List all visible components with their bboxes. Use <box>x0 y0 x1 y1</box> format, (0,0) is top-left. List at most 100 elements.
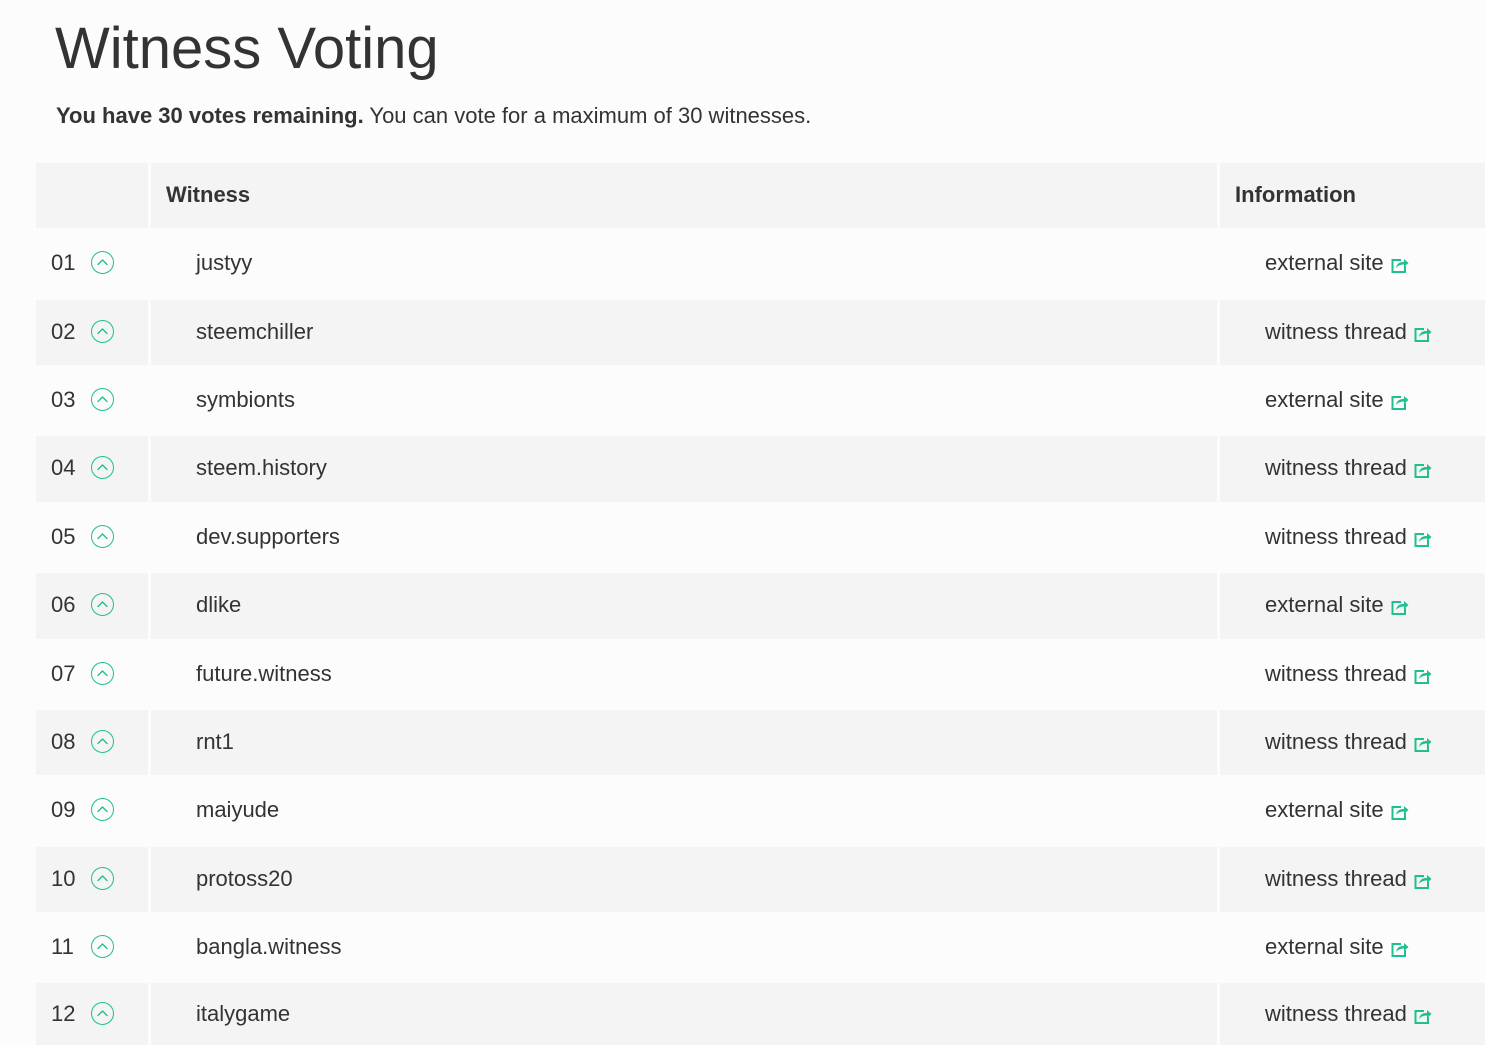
information-link[interactable]: external site <box>1265 249 1410 277</box>
upvote-button[interactable] <box>91 456 114 479</box>
witness-voting-page: Witness Voting You have 30 votes remaini… <box>0 0 1485 1045</box>
information-link[interactable]: external site <box>1265 796 1410 824</box>
witness-name[interactable]: italygame <box>196 1000 290 1028</box>
external-link-icon <box>1391 943 1409 958</box>
external-link-icon <box>1414 738 1432 753</box>
witness-cell: dlike <box>148 573 1220 639</box>
rank-number: 07 <box>51 661 76 686</box>
information-link[interactable]: witness thread <box>1265 318 1433 346</box>
rank-number: 09 <box>51 797 76 822</box>
information-link[interactable]: witness thread <box>1265 454 1433 482</box>
witness-name[interactable]: rnt1 <box>196 728 234 756</box>
rank-cell: 10 <box>36 847 148 912</box>
information-link-label: external site <box>1265 592 1384 617</box>
witness-name[interactable]: steemchiller <box>196 318 313 346</box>
information-link[interactable]: external site <box>1265 933 1410 961</box>
votes-remaining-text: You have 30 votes remaining. You can vot… <box>56 102 811 130</box>
information-link[interactable]: witness thread <box>1265 523 1433 551</box>
information-link[interactable]: witness thread <box>1265 865 1433 893</box>
information-link-label: witness thread <box>1265 661 1407 686</box>
chevron-up-circle-icon <box>97 1010 108 1017</box>
upvote-button[interactable] <box>91 593 114 616</box>
rank-number: 03 <box>51 387 76 412</box>
rank-cell: 06 <box>36 573 148 639</box>
witness-name[interactable]: symbionts <box>196 386 295 414</box>
witness-cell: justyy <box>148 228 1220 300</box>
rank-number: 04 <box>51 455 76 480</box>
chevron-up-circle-icon <box>97 601 108 608</box>
upvote-button[interactable] <box>91 388 114 411</box>
rank-number: 10 <box>51 866 76 891</box>
information-link[interactable]: witness thread <box>1265 660 1433 688</box>
witness-name[interactable]: steem.history <box>196 454 327 482</box>
upvote-button[interactable] <box>91 662 114 685</box>
information-cell: witness thread <box>1220 710 1485 775</box>
chevron-up-circle-icon <box>97 670 108 677</box>
information-link[interactable]: witness thread <box>1265 728 1433 756</box>
chevron-up-circle-icon <box>97 875 108 882</box>
votes-maximum-text: You can vote for a maximum of 30 witness… <box>363 103 812 128</box>
rank-cell: 09 <box>36 775 148 847</box>
rank-number: 06 <box>51 592 76 617</box>
information-link[interactable]: external site <box>1265 591 1410 619</box>
information-cell: witness thread <box>1220 639 1485 710</box>
upvote-button[interactable] <box>91 935 114 958</box>
external-link-icon <box>1414 875 1432 890</box>
witness-cell: future.witness <box>148 639 1220 710</box>
information-link-label: witness thread <box>1265 729 1407 754</box>
witness-name[interactable]: maiyude <box>196 796 279 824</box>
upvote-button[interactable] <box>91 867 114 890</box>
table-row: 07 future.witness witness thread <box>36 639 1485 710</box>
rank-cell: 02 <box>36 300 148 365</box>
rank-cell: 08 <box>36 710 148 775</box>
upvote-button[interactable] <box>91 251 114 274</box>
external-link-icon <box>1414 1010 1432 1025</box>
rank-cell: 11 <box>36 912 148 983</box>
upvote-button[interactable] <box>91 798 114 821</box>
rank-number: 12 <box>51 1001 76 1026</box>
witness-name[interactable]: protoss20 <box>196 865 293 893</box>
witness-name[interactable]: dev.supporters <box>196 523 340 551</box>
witness-name[interactable]: future.witness <box>196 660 332 688</box>
table-row: 11 bangla.witness external site <box>36 912 1485 983</box>
upvote-button[interactable] <box>91 730 114 753</box>
table-header-row: Witness Information <box>36 163 1485 228</box>
header-rank <box>36 163 148 228</box>
information-cell: external site <box>1220 775 1485 847</box>
upvote-button[interactable] <box>91 525 114 548</box>
rank-cell: 03 <box>36 365 148 436</box>
witness-cell: dev.supporters <box>148 502 1220 573</box>
table-row: 04 steem.history witness thread <box>36 436 1485 502</box>
information-cell: witness thread <box>1220 983 1485 1045</box>
table-row: 05 dev.supporters witness thread <box>36 502 1485 573</box>
information-cell: external site <box>1220 573 1485 639</box>
external-link-icon <box>1391 601 1409 616</box>
information-cell: witness thread <box>1220 300 1485 365</box>
chevron-up-circle-icon <box>97 533 108 540</box>
information-link[interactable]: witness thread <box>1265 1000 1433 1028</box>
table-row: 01 justyy external site <box>36 228 1485 300</box>
information-link[interactable]: external site <box>1265 386 1410 414</box>
witness-cell: rnt1 <box>148 710 1220 775</box>
information-cell: external site <box>1220 912 1485 983</box>
table-row: 12 italygame witness thread <box>36 983 1485 1045</box>
chevron-up-circle-icon <box>97 259 108 266</box>
information-cell: external site <box>1220 365 1485 436</box>
witness-name[interactable]: justyy <box>196 249 252 277</box>
witness-name[interactable]: dlike <box>196 591 241 619</box>
upvote-button[interactable] <box>91 1002 114 1025</box>
information-cell: witness thread <box>1220 502 1485 573</box>
table-row: 10 protoss20 witness thread <box>36 847 1485 912</box>
chevron-up-circle-icon <box>97 806 108 813</box>
table-row: 06 dlike external site <box>36 573 1485 639</box>
information-link-label: witness thread <box>1265 866 1407 891</box>
witness-cell: symbionts <box>148 365 1220 436</box>
witness-cell: steem.history <box>148 436 1220 502</box>
page-title: Witness Voting <box>55 16 439 81</box>
chevron-up-circle-icon <box>97 738 108 745</box>
upvote-button[interactable] <box>91 320 114 343</box>
information-link-label: external site <box>1265 797 1384 822</box>
witness-name[interactable]: bangla.witness <box>196 933 342 961</box>
witness-cell: italygame <box>148 983 1220 1045</box>
information-link-label: external site <box>1265 250 1384 275</box>
